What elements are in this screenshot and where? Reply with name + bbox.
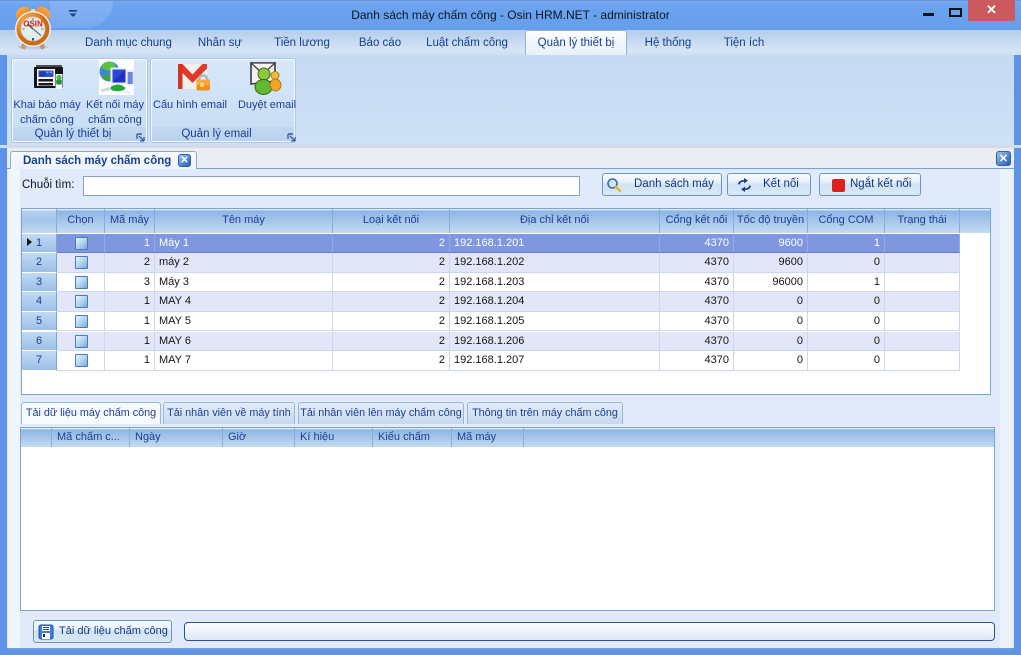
svg-text:OSIN: OSIN [23,20,43,29]
